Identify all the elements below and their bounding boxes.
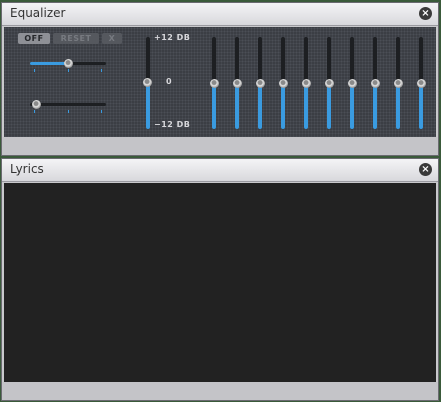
preamp-slider[interactable] xyxy=(30,103,106,106)
master-gain-fill xyxy=(146,83,150,129)
equalizer-window: Equalizer × OFF RESET X +12 DB 0 −12 DB xyxy=(1,2,439,156)
equalizer-title: Equalizer xyxy=(10,6,66,20)
lyrics-content xyxy=(4,183,436,383)
equalizer-body: OFF RESET X +12 DB 0 −12 DB xyxy=(4,27,436,137)
eq-band-fill xyxy=(373,83,377,129)
eq-reset-button[interactable]: RESET xyxy=(53,33,99,44)
eq-band-fill xyxy=(350,83,354,129)
eq-band-knob[interactable] xyxy=(301,78,311,88)
eq-band-knob[interactable] xyxy=(370,78,380,88)
eq-band-knob[interactable] xyxy=(347,78,357,88)
balance-tick-right xyxy=(101,69,102,72)
equalizer-titlebar[interactable]: Equalizer × xyxy=(2,3,438,26)
scale-mid-label: 0 xyxy=(166,77,173,86)
lyrics-window: Lyrics × xyxy=(1,158,439,401)
equalizer-footer xyxy=(2,137,438,155)
balance-knob[interactable] xyxy=(63,59,73,68)
eq-band-knob[interactable] xyxy=(232,78,242,88)
scale-bottom-label: −12 DB xyxy=(154,120,191,129)
eq-band-knob[interactable] xyxy=(324,78,334,88)
scale-top-label: +12 DB xyxy=(154,33,191,42)
eq-band-fill xyxy=(396,83,400,129)
eq-band-fill xyxy=(327,83,331,129)
eq-off-button[interactable]: OFF xyxy=(18,33,50,44)
eq-band-fill xyxy=(258,83,262,129)
balance-fill xyxy=(30,62,68,65)
balance-tick-left xyxy=(34,69,35,72)
lyrics-titlebar[interactable]: Lyrics × xyxy=(2,159,438,182)
eq-band-knob[interactable] xyxy=(209,78,219,88)
preamp-tick-mid xyxy=(68,110,69,113)
eq-band-knob[interactable] xyxy=(255,78,265,88)
eq-band-fill xyxy=(304,83,308,129)
eq-x-button[interactable]: X xyxy=(102,33,122,44)
preamp-tick-right xyxy=(101,110,102,113)
balance-tick-mid xyxy=(68,69,69,72)
eq-band-fill xyxy=(212,83,216,129)
lyrics-title: Lyrics xyxy=(10,162,44,176)
eq-band-knob[interactable] xyxy=(393,78,403,88)
eq-band-knob[interactable] xyxy=(416,78,426,88)
eq-band-fill xyxy=(235,83,239,129)
preamp-knob[interactable] xyxy=(32,100,41,109)
preamp-tick-left xyxy=(34,110,35,113)
close-icon[interactable]: × xyxy=(419,7,432,20)
eq-band-knob[interactable] xyxy=(278,78,288,88)
eq-band-fill xyxy=(419,83,423,129)
lyrics-footer xyxy=(2,382,438,400)
eq-band-fill xyxy=(281,83,285,129)
master-gain-knob[interactable] xyxy=(143,78,152,87)
close-icon[interactable]: × xyxy=(419,163,432,176)
